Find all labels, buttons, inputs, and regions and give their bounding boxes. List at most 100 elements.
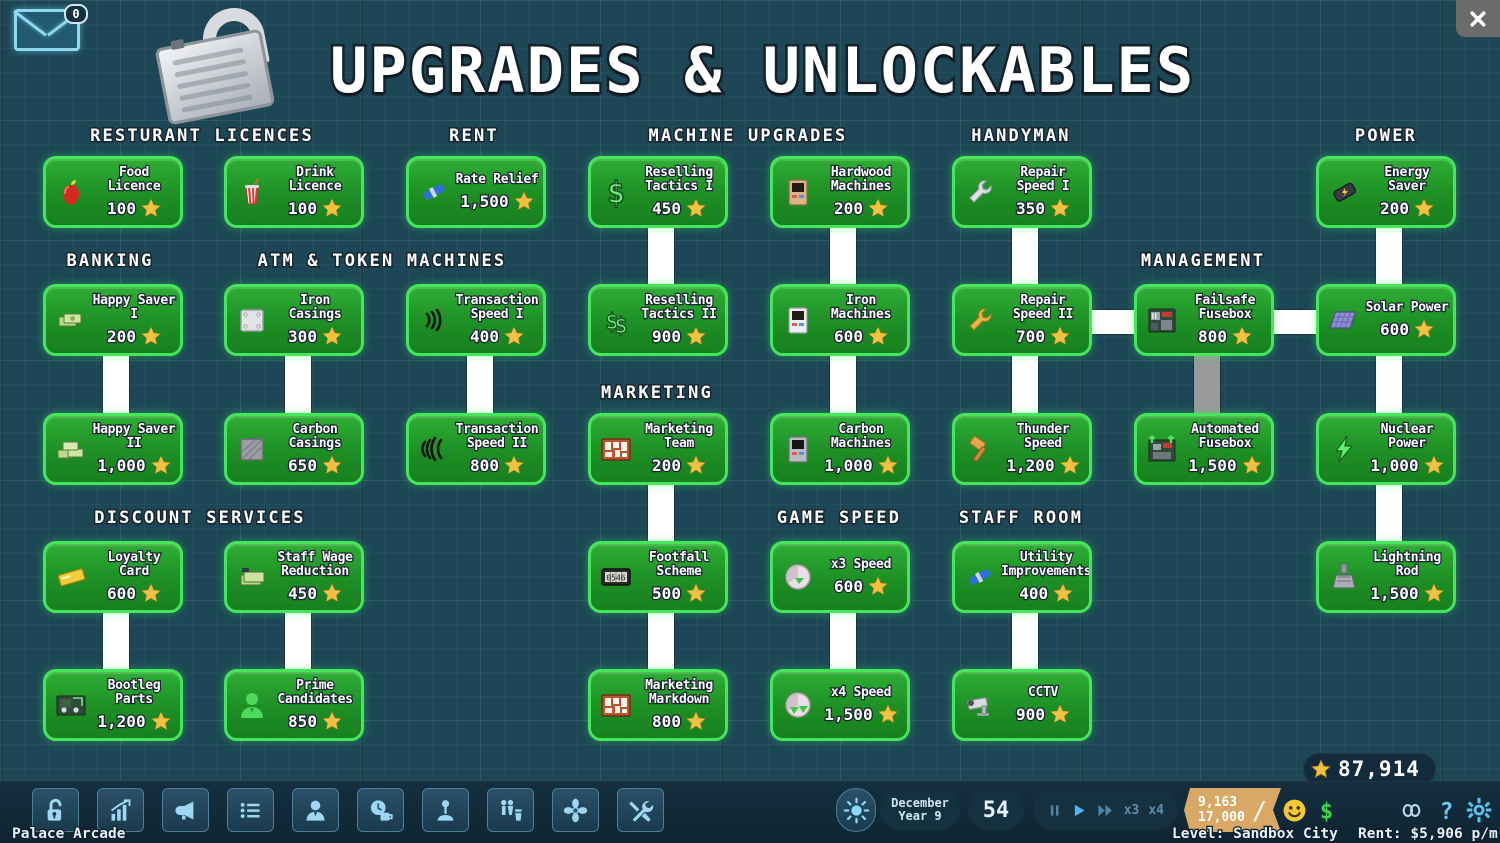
cctv-camera-icon: [967, 697, 989, 716]
upgrade-cost-value: 1,200: [1005, 454, 1056, 476]
upgrade-cost-value: 450: [287, 582, 318, 604]
help-button[interactable]: ?: [1431, 795, 1461, 825]
hammer-icon: [959, 416, 1001, 482]
upgrade-cost-value: 100: [106, 197, 137, 219]
upgrade-cost-value: 1,000: [823, 454, 874, 476]
dollar-sign-icon: $: [595, 159, 637, 225]
upgrade-cost: 1,000: [1369, 454, 1444, 476]
decor-button[interactable]: [552, 788, 599, 832]
upgrade-cost: 400: [469, 325, 524, 347]
star-icon: [877, 455, 898, 475]
shifts-button[interactable]: [357, 788, 404, 832]
person-icon: [306, 800, 325, 821]
upgrade-node-cctv[interactable]: CCTV 900: [952, 669, 1092, 741]
upgrade-node-transaction-speed-2[interactable]: Transaction Speed II 800: [406, 413, 546, 485]
category-label-rent: RENT: [448, 125, 499, 148]
happiness-button[interactable]: [1279, 795, 1309, 825]
upgrade-node-iron-machines[interactable]: Iron Machines 600: [770, 284, 910, 356]
upgrade-name: Carbon Machines: [830, 421, 893, 451]
upgrade-cost: 200: [106, 325, 161, 347]
upgrade-node-reselling-tactics-1[interactable]: $ Reselling Tactics I 450: [588, 156, 728, 228]
machines-button[interactable]: [422, 788, 469, 832]
upgrade-name: Automated Fusebox: [1190, 421, 1260, 451]
category-label-discount-services: DISCOUNT SERVICES: [93, 507, 306, 530]
star-icon: [150, 455, 171, 475]
cash-bundle-icon: [240, 568, 265, 586]
upgrade-text: Transaction Speed II 800: [454, 421, 543, 476]
upgrade-name: Lightning Rod: [1372, 549, 1442, 579]
upgrade-text: Prime Candidates 850: [273, 677, 361, 732]
upgrade-node-happy-saver-2[interactable]: Happy Saver II 1,000: [43, 413, 183, 485]
star-icon: [686, 711, 706, 731]
cash-button[interactable]: $: [1311, 795, 1341, 825]
marketing-button[interactable]: [162, 788, 209, 832]
star-icon: [1423, 455, 1444, 475]
upgrade-node-utility-improvements[interactable]: Utility Improvements 400: [952, 541, 1092, 613]
noticeboard-icon: [601, 438, 631, 461]
play-icon[interactable]: [1071, 802, 1086, 819]
upgrade-node-transaction-speed-1[interactable]: Transaction Speed I 400: [406, 284, 546, 356]
weather-button[interactable]: [836, 788, 876, 832]
svg-text:$: $: [1319, 799, 1332, 823]
upgrade-node-prime-candidates[interactable]: Prime Candidates 850: [224, 669, 364, 741]
upgrade-node-solar-power[interactable]: Solar Power 600: [1316, 284, 1456, 356]
upgrade-node-failsafe-fusebox[interactable]: Failsafe Fusebox 800: [1134, 284, 1274, 356]
upgrade-node-happy-saver-1[interactable]: Happy Saver I 200: [43, 284, 183, 356]
upgrade-node-energy-saver[interactable]: Energy Saver 200: [1316, 156, 1456, 228]
upgrade-node-hardwood-machines[interactable]: Hardwood Machines 200: [770, 156, 910, 228]
build-button[interactable]: [617, 788, 664, 832]
upgrade-node-automated-fusebox[interactable]: Automated Fusebox 1,500: [1134, 413, 1274, 485]
category-label-game-speed: GAME SPEED: [775, 507, 902, 530]
upgrade-node-lightning-rod[interactable]: Lightning Rod 1,500: [1316, 541, 1456, 613]
upgrade-node-x4-speed[interactable]: x4 Speed 1,500: [770, 669, 910, 741]
upgrade-text: Marketing Team 200: [637, 421, 725, 476]
upgrade-name: Food Licence: [106, 164, 161, 194]
upgrade-node-rate-relief[interactable]: Rate Relief 1,500: [406, 156, 546, 228]
upgrade-node-carbon-casings[interactable]: Carbon Casings 650: [224, 413, 364, 485]
upgrade-node-nuclear-power[interactable]: Nuclear Power 1,000: [1316, 413, 1456, 485]
wifi-waves-big-icon: [413, 416, 455, 482]
x3-speed-button[interactable]: x3: [1124, 803, 1140, 818]
upgrade-cost-value: 200: [833, 197, 864, 219]
upgrade-node-marketing-team[interactable]: Marketing Team 200: [588, 413, 728, 485]
upgrade-name: Solar Power: [1364, 299, 1449, 315]
link-connector: [1092, 310, 1134, 334]
blue-scroll-icon: [423, 184, 445, 200]
upgrade-node-carbon-machines[interactable]: Carbon Machines 1,000: [770, 413, 910, 485]
counter-display-icon: 0546: [601, 568, 631, 586]
upgrade-node-repair-speed-2[interactable]: Repair Speed II 700: [952, 284, 1092, 356]
link-connector: [103, 356, 129, 413]
staff-button[interactable]: [292, 788, 339, 832]
upgrade-node-staff-wage-reduction[interactable]: Staff Wage Reduction 450: [224, 541, 364, 613]
iron-plate-icon: [240, 309, 264, 332]
upgrade-text: Bootleg Parts 1,200: [92, 677, 180, 732]
upgrade-node-reselling-tactics-2[interactable]: $ $ Reselling Tactics II 900: [588, 284, 728, 356]
star-icon: [141, 198, 161, 218]
upgrade-cost-value: 200: [106, 325, 137, 347]
list-button[interactable]: [227, 788, 274, 832]
upgrade-name: Prime Candidates: [276, 677, 354, 707]
pause-icon[interactable]: [1047, 802, 1062, 819]
facilities-button[interactable]: [487, 788, 534, 832]
upgrade-node-bootleg-parts[interactable]: Bootleg Parts 1,200: [43, 669, 183, 741]
link-connector: [467, 356, 493, 413]
upgrade-node-iron-casings[interactable]: Iron Casings 300: [224, 284, 364, 356]
upgrade-cost-value: 300: [287, 325, 318, 347]
star-icon: [686, 198, 706, 218]
upgrade-node-thunder-speed[interactable]: Thunder Speed 1,200: [952, 413, 1092, 485]
upgrade-node-footfall-scheme[interactable]: 0546 Footfall Scheme 500: [588, 541, 728, 613]
upgrade-node-repair-speed-1[interactable]: Repair Speed I 350: [952, 156, 1092, 228]
settings-button[interactable]: [1464, 795, 1494, 825]
upgrade-node-food-licence[interactable]: Food Licence 100: [43, 156, 183, 228]
link-button[interactable]: [1396, 795, 1426, 825]
ff-icon[interactable]: [1096, 802, 1115, 819]
upgrade-name: Marketing Team: [644, 421, 714, 451]
star-icon: [868, 326, 888, 346]
upgrade-node-marketing-markdown[interactable]: Marketing Markdown 800: [588, 669, 728, 741]
upgrade-node-x3-speed[interactable]: x3 Speed 600: [770, 541, 910, 613]
x4-speed-button[interactable]: x4: [1148, 803, 1164, 818]
upgrade-node-drink-licence[interactable]: Drink Licence 100: [224, 156, 364, 228]
upgrade-node-loyalty-card[interactable]: Loyalty Card 600: [43, 541, 183, 613]
star-icon: [322, 326, 342, 346]
upgrade-name: Iron Casings: [287, 292, 342, 322]
